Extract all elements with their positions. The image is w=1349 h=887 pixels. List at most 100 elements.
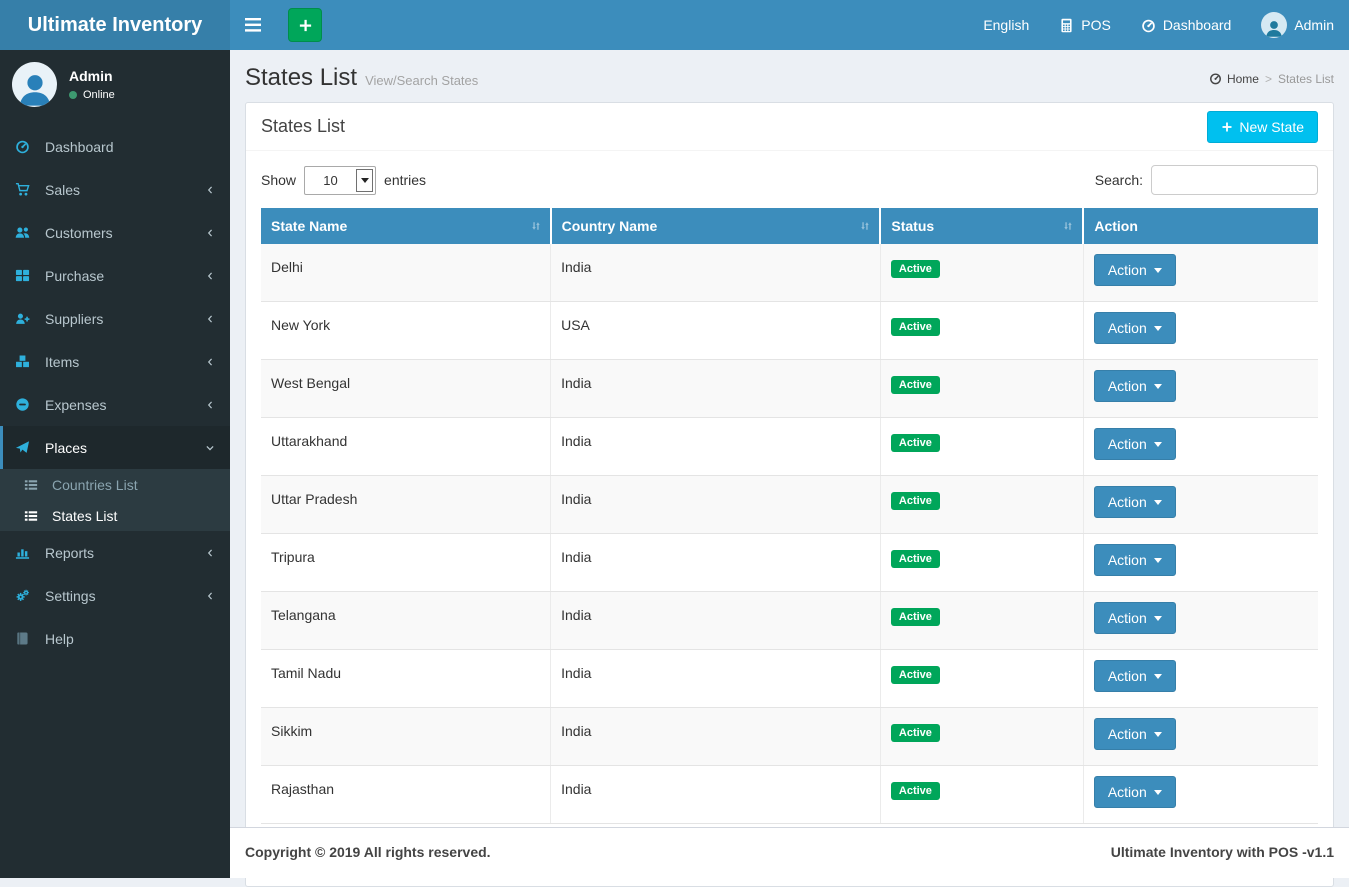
status-badge: Active [890, 782, 940, 800]
action-button-label: Action [1107, 668, 1147, 684]
action-cell: Action [1083, 417, 1318, 476]
action-button[interactable]: Action [1093, 544, 1176, 576]
entries-select[interactable]: 10 [304, 165, 377, 195]
breadcrumb-current: States List [1277, 71, 1334, 86]
caret-down-icon [1153, 441, 1162, 447]
sidebar-user-info: Admin Online [69, 68, 115, 101]
sidebar-item-countries-list[interactable]: Countries List [0, 469, 230, 500]
action-cell: Action [1083, 301, 1318, 360]
minus-circle-icon [15, 397, 37, 412]
state-name-cell: Delhi [261, 244, 552, 302]
quick-add-button[interactable] [288, 8, 322, 42]
list-icon [24, 509, 46, 523]
sidebar-toggle-button[interactable] [230, 0, 276, 50]
sidebar-item-places[interactable]: Places [0, 426, 230, 469]
action-button[interactable]: Action [1093, 602, 1176, 634]
show-entries-group: Show 10 entries [261, 165, 427, 195]
list-icon [24, 478, 46, 492]
sidebar-item-purchase[interactable]: Purchase [0, 254, 230, 297]
table-row: New York USA Active Action [261, 301, 1318, 360]
header-country-name[interactable]: Country Name [550, 208, 882, 244]
action-button-label: Action [1107, 784, 1147, 800]
header-action: Action [1083, 208, 1318, 244]
nav-pos-label: POS [1081, 17, 1111, 33]
sidebar-item-items[interactable]: Items [0, 340, 230, 383]
box-title: States List [261, 116, 346, 136]
new-state-button[interactable]: New State [1207, 111, 1318, 143]
action-button[interactable]: Action [1093, 254, 1176, 286]
sidebar-item-customers[interactable]: Customers [0, 211, 230, 254]
sidebar-item-expenses[interactable]: Expenses [0, 383, 230, 426]
copyright-text: Copyright © 2019 All rights reserved. [245, 844, 491, 860]
sidebar-item-help[interactable]: Help [0, 617, 230, 660]
sidebar-item-suppliers[interactable]: Suppliers [0, 297, 230, 340]
content-header: States List View/Search States Home > St… [230, 50, 1349, 92]
main-footer: Copyright © 2019 All rights reserved. Ul… [230, 827, 1349, 878]
status-cell: Active [880, 301, 1084, 360]
table-row: Tripura India Active Action [261, 533, 1318, 592]
nav-user[interactable]: Admin [1246, 0, 1349, 50]
table-row: Uttar Pradesh India Active Action [261, 475, 1318, 534]
hamburger-icon [245, 18, 261, 32]
country-name-cell: India [550, 533, 881, 592]
chevron-left-icon [205, 357, 215, 367]
state-name-cell: Telangana [261, 591, 552, 650]
brand-logo[interactable]: Ultimate Inventory [0, 0, 230, 50]
action-button[interactable]: Action [1093, 718, 1176, 750]
book-icon [15, 631, 37, 646]
header-status[interactable]: Status [880, 208, 1085, 244]
search-input[interactable] [1151, 165, 1318, 195]
action-button[interactable]: Action [1093, 660, 1176, 692]
action-cell: Action [1083, 591, 1318, 650]
state-name-cell: New York [261, 301, 552, 360]
sidebar-avatar [12, 62, 57, 107]
user-avatar-icon [1261, 12, 1288, 38]
sort-icon [859, 220, 871, 232]
action-cell: Action [1083, 244, 1318, 302]
caret-down-icon [1153, 499, 1162, 505]
table-row: West Bengal India Active Action [261, 359, 1318, 418]
breadcrumb-home-link[interactable]: Home [1209, 72, 1259, 86]
table-row: Tamil Nadu India Active Action [261, 649, 1318, 708]
action-button[interactable]: Action [1093, 776, 1176, 808]
entries-label: entries [384, 172, 427, 188]
action-button-label: Action [1107, 552, 1147, 568]
action-button-label: Action [1107, 262, 1147, 278]
nav-pos[interactable]: POS [1044, 0, 1126, 50]
entries-select-value: 10 [323, 172, 338, 188]
state-name-cell: Uttarakhand [261, 417, 552, 476]
page-title: States List [245, 64, 358, 91]
sidebar-item-states-list[interactable]: States List [0, 500, 230, 531]
sidebar-item-dashboard[interactable]: Dashboard [0, 125, 230, 168]
sidebar-item-label: Items [45, 353, 80, 370]
cart-icon [15, 182, 37, 197]
sidebar-user-status[interactable]: Online [69, 89, 115, 101]
sort-icon [530, 220, 542, 232]
action-button-label: Action [1107, 378, 1147, 394]
header-label: Action [1094, 218, 1138, 234]
nav-dashboard[interactable]: Dashboard [1126, 0, 1247, 50]
breadcrumb-separator: > [1264, 71, 1272, 86]
state-name-cell: Sikkim [261, 707, 552, 766]
sidebar-item-reports[interactable]: Reports [0, 531, 230, 574]
header-label: Status [891, 218, 935, 234]
sidebar-item-sales[interactable]: Sales [0, 168, 230, 211]
action-button[interactable]: Action [1093, 370, 1176, 402]
status-cell: Active [880, 359, 1084, 418]
action-button[interactable]: Action [1093, 486, 1176, 518]
action-cell: Action [1083, 533, 1318, 592]
country-name-cell: USA [550, 301, 881, 360]
caret-down-icon [1153, 615, 1162, 621]
gauge-icon [1209, 73, 1221, 85]
header-label: State Name [271, 218, 348, 234]
sidebar-item-settings[interactable]: Settings [0, 574, 230, 617]
caret-down-icon [1153, 789, 1162, 795]
caret-down-icon [1153, 325, 1162, 331]
nav-language[interactable]: English [968, 0, 1044, 50]
status-cell: Active [880, 591, 1084, 650]
country-name-cell: India [550, 359, 881, 418]
status-badge: Active [890, 608, 940, 626]
header-state-name[interactable]: State Name [261, 208, 552, 244]
action-button[interactable]: Action [1093, 428, 1176, 460]
action-button[interactable]: Action [1093, 312, 1176, 344]
